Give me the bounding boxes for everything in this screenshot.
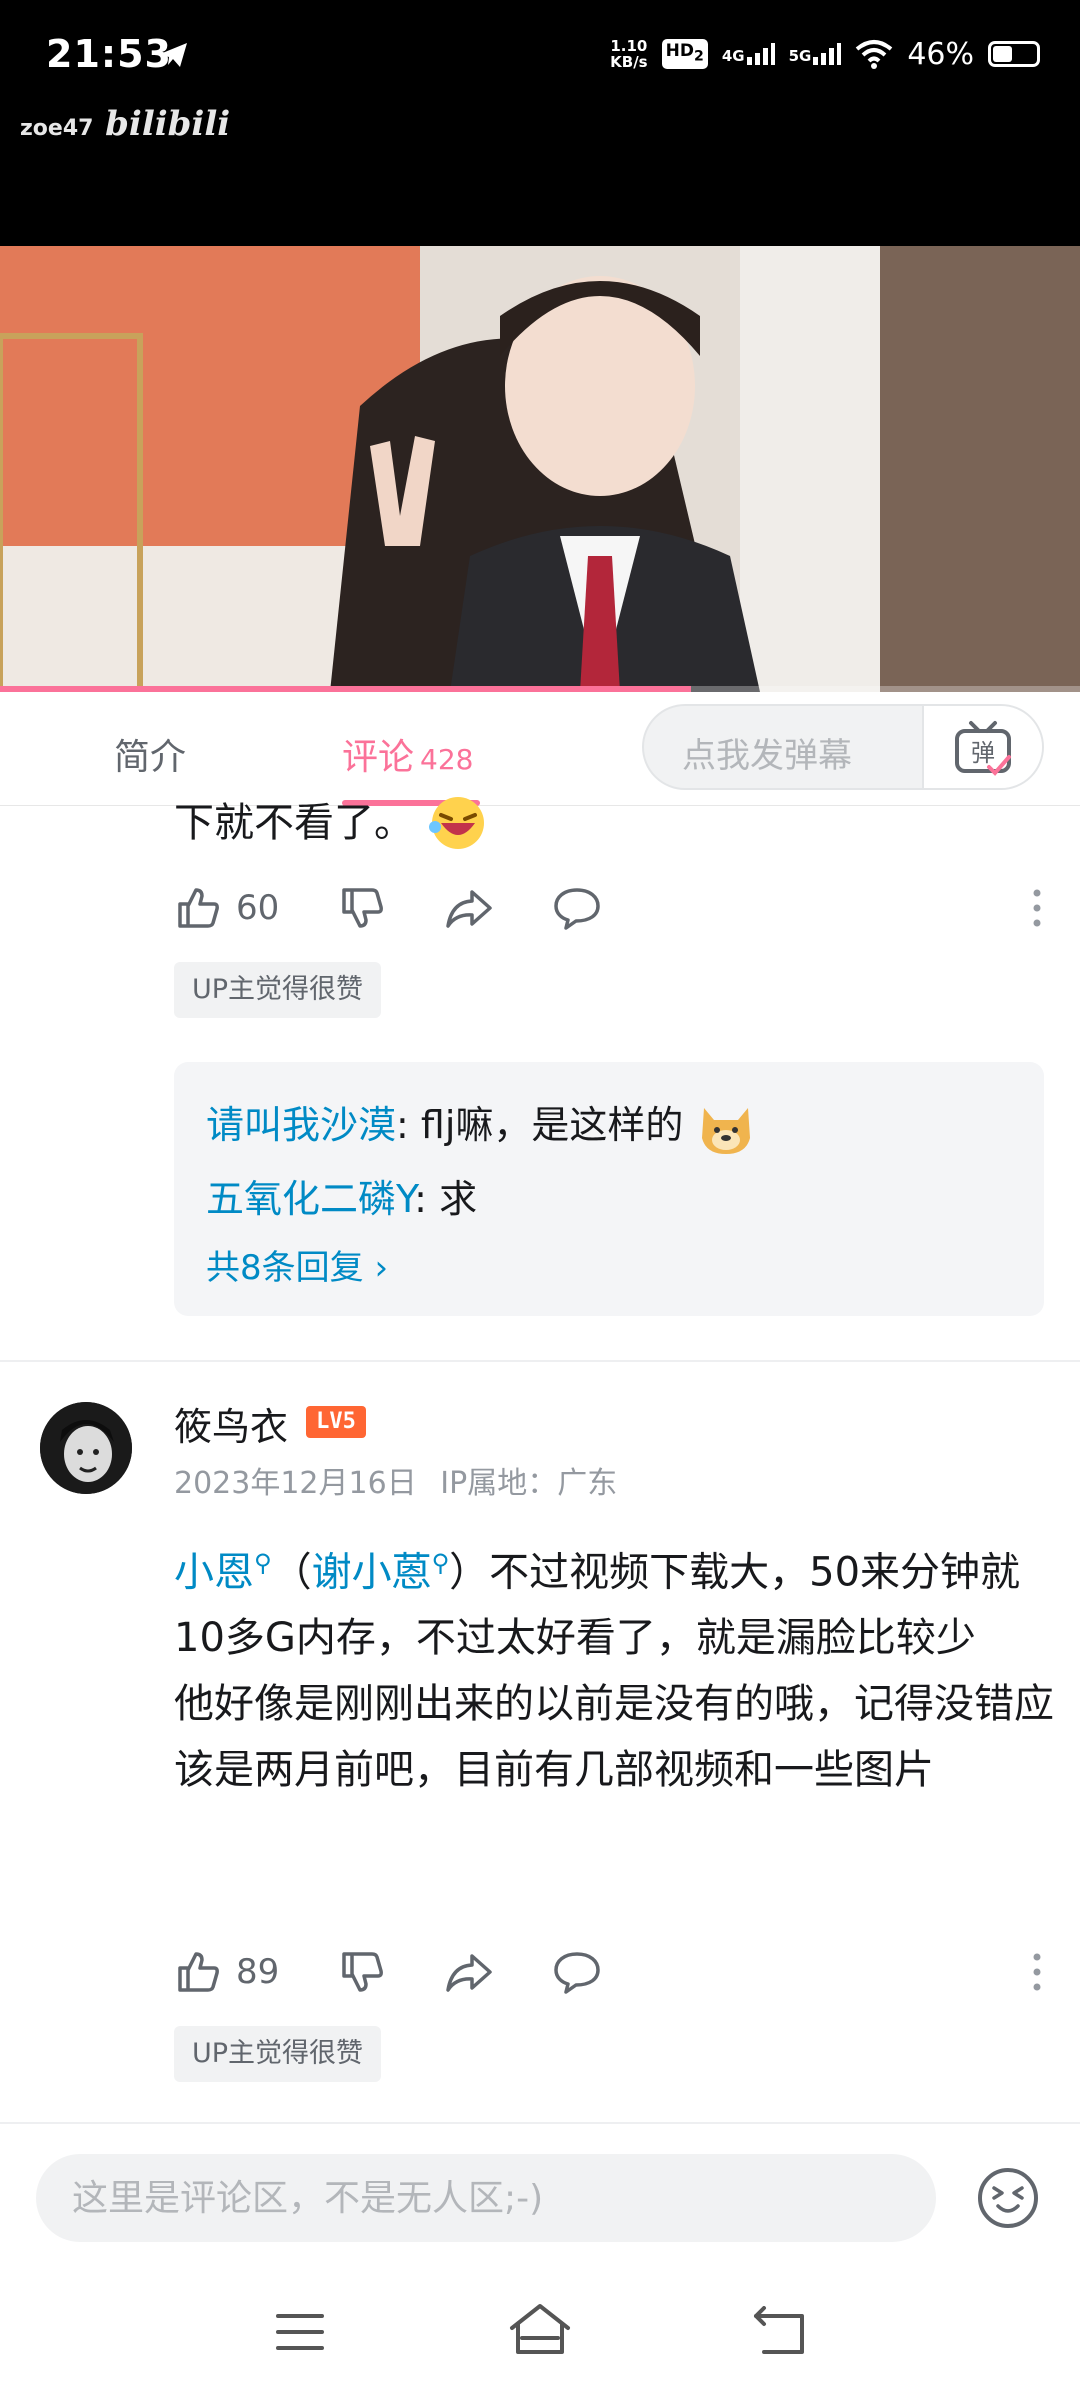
battery-icon (988, 41, 1040, 67)
comment-2-username[interactable]: 筱鸟衣 (174, 1396, 288, 1451)
comment-1-more-button[interactable] (1032, 888, 1042, 932)
comment-1-share-button[interactable] (444, 884, 494, 936)
danmaku-input[interactable]: 点我发弹幕 弹 (642, 704, 1044, 790)
home-icon (510, 2304, 570, 2354)
reply-bubble-icon (554, 888, 600, 930)
share-icon (446, 890, 492, 928)
mention-link[interactable]: 谢小蒽 (312, 1549, 432, 1595)
comment-1-reply-button[interactable] (552, 884, 602, 936)
telegram-icon (160, 43, 187, 67)
signal-4g: 4G (722, 43, 775, 65)
reply-preview-2: 五氧化二磷Y: 求 (206, 1177, 478, 1221)
comments-count: 428 (420, 743, 474, 776)
search-icon: ⚲ (254, 1549, 272, 1577)
share-icon (446, 1954, 492, 1992)
signal-bars-icon (746, 43, 775, 65)
nav-home-button[interactable] (508, 2302, 572, 2360)
comment-2-more-button[interactable] (1032, 1952, 1042, 1996)
thumbs-down-icon (342, 888, 383, 928)
comment-1-actions: 60 (174, 878, 1054, 938)
comment-1-text-tail: 下就不看了。 (174, 790, 489, 856)
avatar[interactable] (40, 1402, 132, 1494)
menu-icon (276, 2314, 324, 2350)
comment-2-meta: 2023年12月16日 IP属地：广东 (174, 1458, 617, 1502)
mention-link[interactable]: 小恩 (174, 1549, 254, 1595)
reply-username[interactable]: 请叫我沙漠 (206, 1103, 396, 1147)
status-bar-right: 1.10 KB/s HD2 4G 5G 46% (610, 34, 1040, 74)
comment-input[interactable] (36, 2154, 936, 2242)
net-speed: 1.10 KB/s (610, 37, 648, 71)
comment-2-body: 小恩⚲（谢小蒽⚲）不过视频下载大，50来分钟就10多G内存，不过太好看了，就是漏… (174, 1530, 1054, 1803)
search-icon: ⚲ (431, 1549, 450, 1577)
video-watermark: zoe47 bilibili (20, 104, 231, 144)
reply-preview-box[interactable]: 请叫我沙漠: flj嘛，是这样的 五氧化二磷Y: 求 共8条回复 › (174, 1062, 1044, 1316)
more-vertical-icon (1033, 889, 1041, 927)
comment-divider (0, 1360, 1080, 1362)
tab-bar: 简介 评论 428 点我发弹幕 弹 (0, 692, 1080, 806)
tab-comments[interactable]: 评论 428 (342, 728, 473, 780)
comment-2-like-button[interactable]: 89 (174, 1948, 279, 1996)
reply-preview-1: 请叫我沙漠: flj嘛，是这样的 (206, 1094, 756, 1158)
danmaku-placeholder: 点我发弹幕 (682, 736, 852, 776)
comment-divider (0, 2122, 1080, 2124)
tv-danmaku-icon: 弹 (955, 721, 1011, 776)
battery-percent: 46% (907, 36, 974, 72)
thumbs-down-icon (342, 1952, 383, 1992)
signal-5g: 5G (789, 43, 842, 65)
wifi-icon (856, 40, 893, 69)
danmaku-toggle-button[interactable]: 弹 (922, 706, 1042, 788)
avatar-image (40, 1402, 132, 1494)
comment-date: 2023年12月16日 (174, 1466, 417, 1501)
danmaku-label: 弹 (971, 739, 995, 767)
video-frame[interactable] (0, 246, 1080, 692)
comment-1-like-button[interactable]: 60 (174, 884, 279, 932)
up-liked-badge: UP主觉得很赞 (174, 962, 382, 1018)
status-time: 21:53 (46, 32, 172, 76)
back-icon (754, 2306, 804, 2354)
thumbs-up-icon (178, 888, 219, 928)
nav-menu-button[interactable] (276, 2312, 324, 2356)
reply-username[interactable]: 五氧化二磷Y (206, 1177, 414, 1221)
more-vertical-icon (1033, 1953, 1041, 1991)
ip-location: IP属地：广东 (440, 1466, 618, 1501)
video-thumbnail-image (0, 246, 1080, 692)
thumbs-up-icon (178, 1952, 219, 1992)
emoji-button[interactable] (976, 2166, 1040, 2234)
comment-2-dislike-button[interactable] (338, 1948, 386, 2000)
nav-back-button[interactable] (752, 2306, 808, 2360)
hd-badge: HD2 (661, 39, 708, 69)
comment-2-actions: 89 (174, 1942, 1054, 2002)
level-badge: LV5 (306, 1406, 366, 1438)
comment-2-reply-button[interactable] (552, 1948, 602, 2000)
tab-intro[interactable]: 简介 (114, 728, 186, 780)
emoji-icon (978, 2168, 1038, 2228)
comment-2-paragraph-2: 他好像是刚刚出来的以前是没有的哦，记得没错应该是两月前吧，目前有几部视频和一些图… (174, 1681, 1054, 1794)
doge-emoji-icon (701, 1107, 750, 1154)
bilibili-logo: bilibili (105, 104, 231, 144)
laughing-emoji-icon (428, 797, 484, 849)
up-liked-badge: UP主觉得很赞 (174, 2026, 382, 2082)
comment-1-dislike-button[interactable] (338, 884, 386, 936)
comment-2-share-button[interactable] (444, 1948, 494, 2000)
signal-bars-icon (813, 43, 842, 65)
comment-2-paragraph-1: 小恩⚲（谢小蒽⚲）不过视频下载大，50来分钟就10多G内存，不过太好看了，就是漏… (174, 1549, 1021, 1662)
reply-bubble-icon (554, 1952, 600, 1994)
view-more-replies-link[interactable]: 共8条回复 › (206, 1240, 388, 1289)
